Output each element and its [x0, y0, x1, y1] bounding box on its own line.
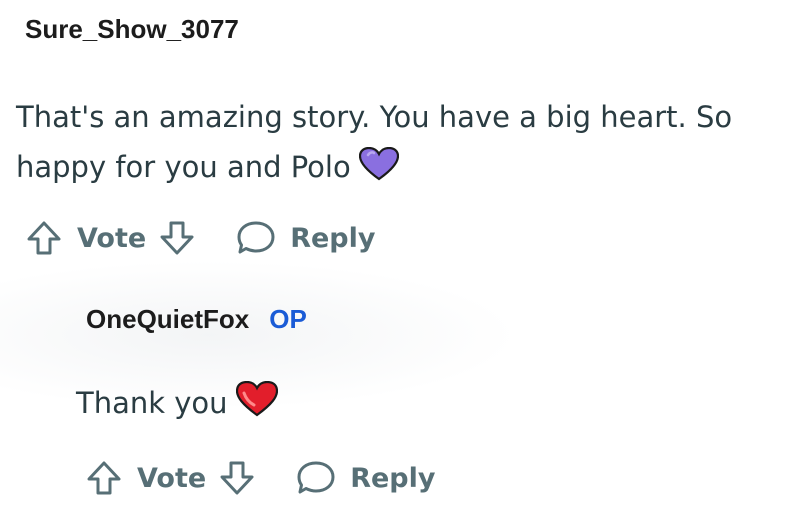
- speech-bubble-icon: [236, 219, 276, 257]
- vote-count: Vote: [77, 222, 147, 254]
- reply-body: Thank you: [76, 378, 278, 432]
- downvote-icon[interactable]: [158, 219, 196, 257]
- upvote-icon[interactable]: [25, 219, 63, 257]
- downvote-icon[interactable]: [218, 459, 256, 497]
- comment-actions: Vote Reply: [25, 214, 375, 262]
- purple-heart-icon: [358, 146, 399, 196]
- op-badge: OP: [269, 304, 307, 334]
- red-heart-icon: [235, 380, 278, 432]
- comment-thread: Sure_Show_3077 That's an amazing story. …: [0, 0, 785, 515]
- speech-bubble-icon: [296, 459, 336, 497]
- comment-username[interactable]: Sure_Show_3077: [25, 14, 239, 45]
- reply-label: Reply: [350, 462, 436, 494]
- vote-count: Vote: [137, 462, 207, 494]
- reply-username[interactable]: OneQuietFox: [86, 304, 249, 335]
- reply-button[interactable]: Reply: [236, 219, 375, 257]
- reply-comment: OneQuietFox OP Thank you Vote Reply: [0, 260, 785, 515]
- reply-header: OneQuietFox OP: [86, 304, 307, 335]
- reply-button[interactable]: Reply: [296, 459, 435, 497]
- upvote-icon[interactable]: [85, 459, 123, 497]
- comment-body: That's an amazing story. You have a big …: [16, 92, 776, 196]
- reply-label: Reply: [290, 222, 376, 254]
- reply-actions: Vote Reply: [85, 454, 435, 502]
- reply-body-text: Thank you: [76, 386, 228, 420]
